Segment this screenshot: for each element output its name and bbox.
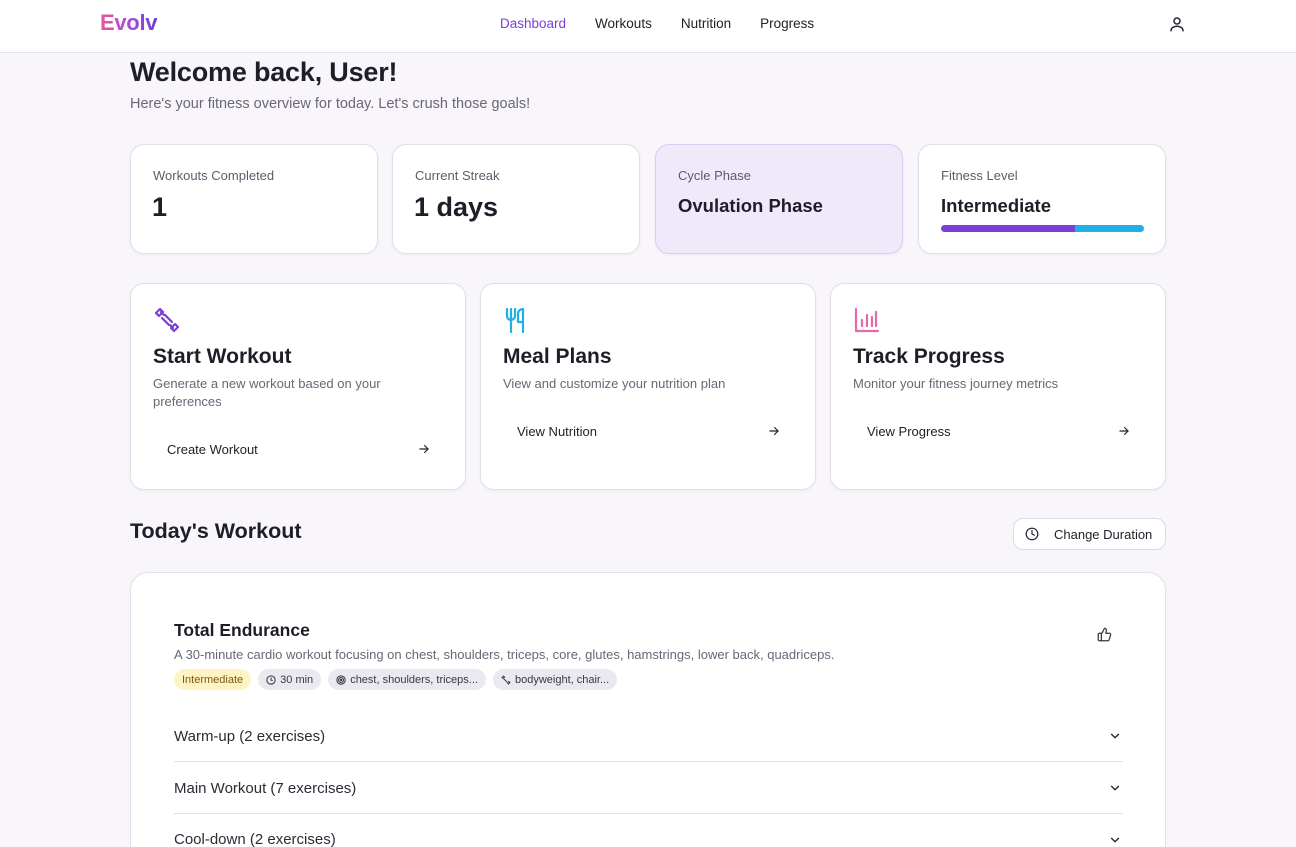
- card-title: Meal Plans: [503, 345, 612, 368]
- track-progress-card[interactable]: Track Progress Monitor your fitness jour…: [830, 283, 1166, 490]
- card-description: View and customize your nutrition plan: [503, 376, 726, 391]
- app-logo[interactable]: Evolv: [100, 10, 158, 36]
- section-label: Warm-up (2 exercises): [174, 727, 326, 745]
- muscles-badge: chest, shoulders, triceps...: [328, 669, 486, 690]
- user-icon[interactable]: [1168, 15, 1186, 33]
- arrow-right-icon: [1119, 426, 1129, 436]
- button-label: Create Workout: [167, 441, 258, 457]
- page-title: Welcome back, User!: [130, 57, 398, 87]
- clock-icon: [266, 674, 276, 685]
- nav-nutrition[interactable]: Nutrition: [681, 16, 731, 31]
- top-navbar: Evolv Dashboard Workouts Nutrition Progr…: [0, 0, 1296, 53]
- card-title: Track Progress: [853, 345, 1005, 368]
- stat-card-streak: Current Streak 1 days: [392, 144, 640, 254]
- badge-label: 30 min: [280, 673, 314, 686]
- button-label: Change Duration: [1054, 526, 1153, 542]
- stat-label: Workouts Completed: [153, 168, 275, 183]
- stat-value: Ovulation Phase: [678, 195, 823, 216]
- dumbbell-icon: [501, 674, 511, 685]
- stat-label: Cycle Phase: [678, 168, 751, 183]
- arrow-right-icon: [769, 426, 779, 436]
- cooldown-section-toggle[interactable]: Cool-down (2 exercises): [174, 814, 1123, 847]
- nav-progress[interactable]: Progress: [760, 16, 814, 31]
- stat-card-cycle-phase: Cycle Phase Ovulation Phase: [655, 144, 903, 254]
- page-subtitle: Here's your fitness overview for today. …: [130, 96, 531, 112]
- dumbbell-icon: [154, 307, 180, 333]
- button-label: View Progress: [867, 423, 951, 439]
- start-workout-card[interactable]: Start Workout Generate a new workout bas…: [130, 283, 466, 490]
- nav-dashboard[interactable]: Dashboard: [500, 16, 566, 31]
- warmup-section-toggle[interactable]: Warm-up (2 exercises): [174, 711, 1123, 762]
- fitness-level-bar: [941, 225, 1144, 232]
- stat-card-fitness-level: Fitness Level Intermediate: [918, 144, 1166, 254]
- change-duration-button[interactable]: Change Duration: [1013, 518, 1166, 550]
- level-badge: Intermediate: [174, 669, 252, 690]
- section-label: Cool-down (2 exercises): [174, 831, 336, 847]
- main-nav: Dashboard Workouts Nutrition Progress: [500, 16, 843, 31]
- target-icon: [336, 674, 346, 685]
- workout-description: A 30-minute cardio workout focusing on c…: [174, 647, 835, 662]
- badge-label: bodyweight, chair...: [514, 673, 610, 686]
- chevron-down-icon: [1110, 785, 1120, 791]
- clock-icon: [1025, 527, 1039, 541]
- arrow-right-icon: [419, 444, 429, 454]
- button-label: View Nutrition: [517, 423, 597, 439]
- workout-card: Total Endurance A 30-minute cardio worko…: [130, 572, 1166, 847]
- create-workout-button[interactable]: Create Workout: [153, 433, 445, 465]
- stat-value: 1 days: [414, 192, 499, 222]
- chevron-down-icon: [1110, 733, 1120, 739]
- equipment-badge: bodyweight, chair...: [492, 669, 618, 690]
- view-progress-button[interactable]: View Progress: [853, 415, 1145, 447]
- badge-label: chest, shoulders, triceps...: [350, 673, 478, 686]
- stat-value: Intermediate: [941, 195, 1052, 216]
- bar-chart-icon: [854, 307, 880, 333]
- card-description: Generate a new workout based on your pre…: [153, 376, 381, 409]
- stat-label: Fitness Level: [941, 168, 1018, 183]
- meal-plans-card[interactable]: Meal Plans View and customize your nutri…: [480, 283, 816, 490]
- main-workout-section-toggle[interactable]: Main Workout (7 exercises): [174, 763, 1123, 814]
- card-description: Monitor your fitness journey metrics: [853, 376, 1059, 391]
- fitness-level-fill: [941, 225, 1075, 232]
- todays-workout-heading: Today's Workout: [130, 519, 302, 543]
- utensils-icon: [505, 307, 525, 334]
- chevron-down-icon: [1110, 837, 1120, 842]
- stat-card-workouts: Workouts Completed 1: [130, 144, 378, 254]
- duration-badge: 30 min: [258, 669, 322, 690]
- stat-value: 1: [152, 192, 168, 222]
- card-title: Start Workout: [153, 345, 292, 368]
- view-nutrition-button[interactable]: View Nutrition: [503, 415, 795, 447]
- thumbs-up-icon[interactable]: [1097, 627, 1112, 642]
- section-label: Main Workout (7 exercises): [174, 779, 357, 797]
- workout-title: Total Endurance: [174, 620, 310, 640]
- stat-label: Current Streak: [415, 168, 500, 183]
- nav-workouts[interactable]: Workouts: [595, 16, 652, 31]
- workout-tags: Intermediate 30 min chest, shoulders, tr…: [174, 669, 624, 690]
